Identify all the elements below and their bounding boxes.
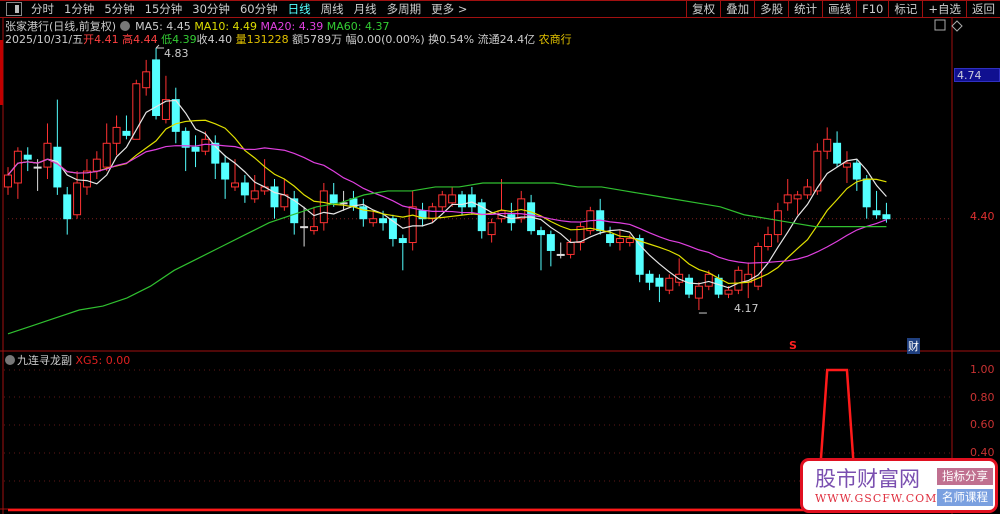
indicator-label: 九连寻龙副 XG5: 0.00 [5,352,130,368]
watermark: 股市财富网 WWW.GSCFW.COM 指标分享 名师课程 [800,458,998,513]
candle [290,190,299,235]
left-axis-marker [0,40,3,105]
candle [211,135,220,180]
candle [300,206,309,247]
candle [783,179,792,211]
candle [576,222,585,251]
candle [536,226,545,271]
candle [23,147,32,172]
candle [458,190,467,215]
candle [773,202,782,243]
candle [319,182,328,231]
indicator-axis-label: 1.00 [970,363,995,376]
low-annotation: 4.17 [734,302,759,315]
candle [122,115,131,140]
candle [694,282,703,311]
xg5-line [8,368,887,512]
candle [82,159,91,195]
candle [477,198,486,239]
kline-chart[interactable] [0,0,1000,514]
candle [763,226,772,251]
candle [161,75,170,124]
candle [793,190,802,215]
candle [862,175,871,219]
candle [191,135,200,168]
candle [803,179,812,199]
candle [359,198,368,227]
candle [408,190,417,251]
candle [428,202,437,223]
candle [487,218,496,243]
candle [53,99,62,195]
finance-marker[interactable]: 财 [907,338,920,354]
indicator-axis-label: 0.80 [970,390,995,404]
candle [645,270,654,291]
candle [369,210,378,227]
candle [872,190,881,219]
candle [221,155,230,199]
candle [833,131,842,168]
candle [507,202,516,231]
indicator-name: 九连寻龙副 [17,354,72,367]
candle [171,87,180,144]
candle [754,242,763,291]
candle [13,147,22,199]
candle [852,159,861,191]
candle [398,234,407,271]
price-label-last: 4.40 [970,210,995,223]
candle [142,59,151,96]
candle [33,159,42,191]
candle [734,266,743,295]
candle [685,274,694,299]
candle [546,230,555,267]
s-marker[interactable]: S [789,339,797,352]
candle [201,131,210,156]
candle [418,202,427,227]
candle [102,123,111,172]
high-annotation: 4.83 [164,47,189,60]
candle [615,230,624,251]
candle [675,258,684,287]
candle [823,127,832,160]
candle [842,151,851,183]
course-button[interactable]: 名师课程 [937,489,993,506]
candle [309,206,318,235]
candle [112,115,121,156]
candle [438,190,447,211]
watermark-url: WWW.GSCFW.COM [815,492,938,505]
high-arrow [155,44,165,49]
candle [43,123,52,180]
candle [566,238,575,259]
candle [181,127,190,172]
indicator-share-button[interactable]: 指标分享 [937,468,993,485]
price-marker-current: 4.74 [954,68,1000,82]
candle [556,242,565,259]
candle [467,186,476,215]
watermark-title: 股市财富网 [815,467,920,491]
candle [270,179,279,219]
diamond-icon [951,20,963,32]
panel-icon [934,19,946,31]
indicator-axis-label: 0.60 [970,418,995,432]
dropdown-icon[interactable] [5,355,15,365]
candle [240,175,249,203]
candle [63,186,72,235]
candle [606,226,615,247]
candle [665,274,674,295]
candle [92,151,101,180]
ma20-line [7,143,887,264]
candle [655,274,664,303]
xg5-value: XG5: 0.00 [75,354,131,367]
